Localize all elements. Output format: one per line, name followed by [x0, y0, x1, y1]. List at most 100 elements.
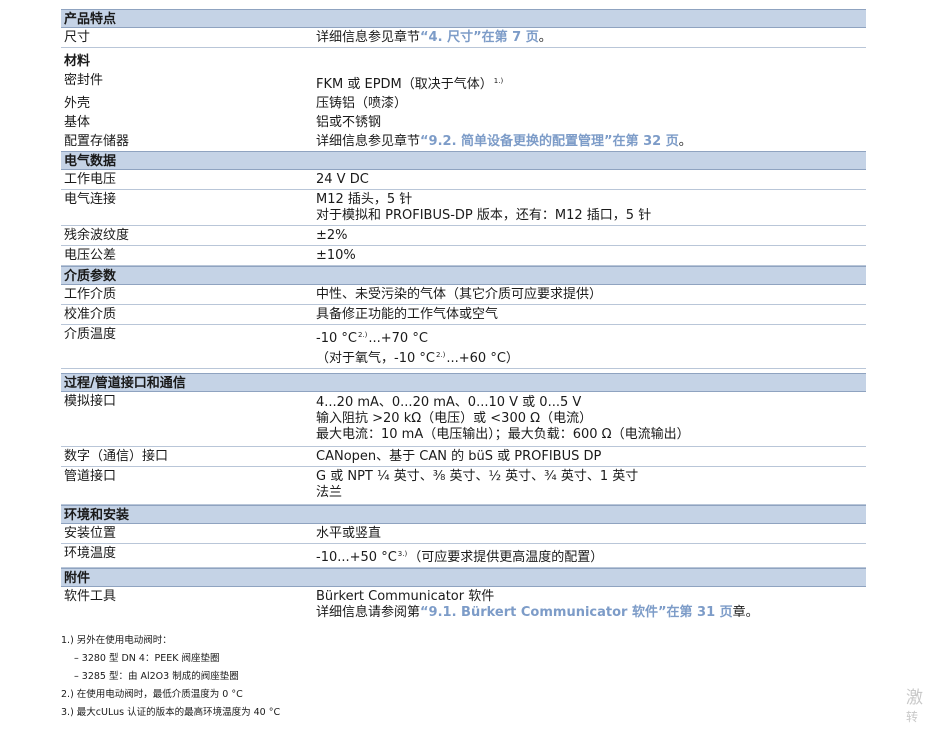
- label-voltage: 工作电压: [64, 172, 117, 187]
- memory-chapter-link[interactable]: “9.2. 简单设备更换的配置管理”在第 32 页: [420, 134, 679, 149]
- label-media-temp: 介质温度: [64, 327, 117, 342]
- row-medium: 工作介质 中性、未受污染的气体（其它介质可应要求提供）: [61, 285, 866, 305]
- connection-line-2: 对于模拟和 PROFIBUS-DP 版本，还有：M12 插口，5 针: [316, 208, 652, 223]
- software-line-2: 详细信息请参阅第“9.1. Bürkert Communicator 软件”在第…: [316, 605, 866, 621]
- label-software: 软件工具: [64, 589, 117, 604]
- oxygen-temp-max: ...+60 °C）: [446, 351, 519, 366]
- row-digital: 数字（通信）接口 CANopen、基于 CAN 的 büS 或 PROFIBUS…: [61, 447, 866, 467]
- value-size: 详细信息参见章节“4. 尺寸”在第 7 页。: [316, 28, 866, 47]
- value-calibration: 具备修正功能的工作气体或空气: [316, 307, 499, 322]
- footnote-ref-1: 1.): [493, 77, 504, 85]
- row-seal: 密封件 FKM 或 EPDM（取决于气体）1.): [61, 71, 866, 94]
- section-header-environment: 环境和安装: [61, 505, 866, 524]
- memory-text: 详细信息参见章节: [316, 134, 421, 149]
- pipe-line-2: 法兰: [316, 485, 343, 500]
- label-analog: 模拟接口: [64, 394, 117, 409]
- footnote-2: 2.) 在使用电动阀时，最低介质温度为 0 °C: [61, 689, 243, 700]
- label-ambient: 环境温度: [64, 546, 117, 561]
- value-digital: CANopen、基于 CAN 的 büS 或 PROFIBUS DP: [316, 449, 602, 464]
- row-ambient: 环境温度 -10...+50 °C3.)（可应要求提供更高温度的配置）: [61, 544, 866, 568]
- footnote-1: 1.) 另外在使用电动阀时：: [61, 635, 172, 646]
- row-size: 尺寸 详细信息参见章节“4. 尺寸”在第 7 页。: [61, 28, 866, 48]
- label-ripple: 残余波纹度: [64, 228, 130, 243]
- row-analog: 模拟接口 4...20 mA、0...20 mA、0...10 V 或 0...…: [61, 392, 866, 447]
- value-media-temp: -10 °C2.)...+70 °C （对于氧气，-10 °C2.)...+60…: [316, 325, 866, 368]
- media-temp-line-1: -10 °C2.)...+70 °C: [316, 327, 866, 347]
- watermark-line-1: 激: [906, 688, 923, 708]
- value-tolerance: ±10%: [316, 248, 356, 263]
- section-header-accessories: 附件: [61, 568, 866, 587]
- row-pipe: 管道接口 G 或 NPT ¼ 英寸、⅜ 英寸、½ 英寸、¾ 英寸、1 英寸 法兰: [61, 467, 866, 505]
- analog-line-3: 最大电流：10 mA（电压输出）；最大负载：600 Ω（电流输出）: [316, 427, 690, 442]
- row-media-temp: 介质温度 -10 °C2.)...+70 °C （对于氧气，-10 °C2.).…: [61, 325, 866, 369]
- size-chapter-link[interactable]: “4. 尺寸”在第 7 页: [420, 30, 539, 45]
- label-tolerance: 电压公差: [64, 248, 117, 263]
- footnote-ref-2: 2.): [357, 331, 368, 339]
- ambient-note: （可应要求提供更高温度的配置）: [408, 550, 604, 565]
- section-header-electrical: 电气数据: [61, 151, 866, 170]
- value-memory: 详细信息参见章节“9.2. 简单设备更换的配置管理”在第 32 页。: [316, 132, 866, 151]
- row-connection: 电气连接 M12 插头，5 针 对于模拟和 PROFIBUS-DP 版本，还有：…: [61, 190, 866, 226]
- footnote-ref-2b: 2.): [435, 351, 446, 359]
- value-position: 水平或竖直: [316, 526, 382, 541]
- pipe-line-1: G 或 NPT ¼ 英寸、⅜ 英寸、½ 英寸、¾ 英寸、1 英寸: [316, 469, 639, 484]
- footnote-3: 3.) 最大cULus 认证的版本的最高环境温度为 40 °C: [61, 707, 281, 718]
- size-text-end: 。: [538, 30, 552, 45]
- label-digital: 数字（通信）接口: [64, 449, 169, 464]
- ambient-range: -10...+50 °C: [316, 550, 397, 565]
- footnotes: 1.) 另外在使用电动阀时： – 3280 型 DN 4：PEEK 阀座垫圈 –…: [61, 632, 280, 722]
- label-pipe: 管道接口: [64, 469, 117, 484]
- connection-line-1: M12 插头，5 针: [316, 192, 413, 207]
- footnote-ref-3: 3.): [397, 550, 408, 558]
- label-seal: 密封件: [64, 73, 104, 88]
- value-pipe: G 或 NPT ¼ 英寸、⅜ 英寸、½ 英寸、¾ 英寸、1 英寸 法兰: [316, 467, 866, 504]
- media-temp-line-2: （对于氧气，-10 °C2.)...+60 °C）: [316, 347, 866, 367]
- value-voltage: 24 V DC: [316, 172, 369, 187]
- row-memory: 配置存储器 详细信息参见章节“9.2. 简单设备更换的配置管理”在第 32 页。: [61, 132, 866, 151]
- footnote-1b: – 3285 型：由 Al2O3 制成的阀座垫圈: [74, 671, 239, 682]
- label-base: 基体: [64, 115, 91, 130]
- memory-text-end: 。: [678, 134, 692, 149]
- section-header-media: 介质参数: [61, 266, 866, 285]
- row-software: 软件工具 Bürkert Communicator 软件 详细信息请参阅第“9.…: [61, 587, 866, 622]
- footnote-1a: – 3280 型 DN 4：PEEK 阀座垫圈: [74, 653, 220, 664]
- software-chapter-link[interactable]: “9.1. Bürkert Communicator 软件”在第 31 页: [420, 605, 733, 620]
- analog-line-1: 4...20 mA、0...20 mA、0...10 V 或 0...5 V: [316, 395, 582, 410]
- value-connection: M12 插头，5 针 对于模拟和 PROFIBUS-DP 版本，还有：M12 插…: [316, 190, 866, 225]
- label-housing: 外壳: [64, 96, 91, 111]
- section-header-features: 产品特点: [61, 9, 866, 28]
- analog-line-2: 输入阻抗 >20 kΩ（电压）或 <300 Ω（电流）: [316, 411, 593, 426]
- row-ripple: 残余波纹度 ±2%: [61, 226, 866, 246]
- row-voltage: 工作电压 24 V DC: [61, 170, 866, 190]
- software-text: 详细信息请参阅第: [316, 605, 421, 620]
- media-temp-min: -10 °C: [316, 331, 357, 346]
- media-temp-max: ...+70 °C: [368, 331, 428, 346]
- row-tolerance: 电压公差 ±10%: [61, 246, 866, 266]
- row-housing: 外壳 压铸铝（喷漆）: [61, 94, 866, 113]
- value-medium: 中性、未受污染的气体（其它介质可应要求提供）: [316, 287, 603, 302]
- label-connection: 电气连接: [64, 192, 117, 207]
- label-calibration: 校准介质: [64, 307, 117, 322]
- size-text: 详细信息参见章节: [316, 30, 421, 45]
- section-header-process: 过程/管道接口和通信: [61, 373, 866, 392]
- label-size: 尺寸: [64, 30, 91, 45]
- oxygen-temp-min: （对于氧气，-10 °C: [316, 351, 435, 366]
- spec-table: 产品特点 尺寸 详细信息参见章节“4. 尺寸”在第 7 页。 材料 密封件 FK…: [61, 9, 866, 622]
- value-analog: 4...20 mA、0...20 mA、0...10 V 或 0...5 V 输…: [316, 392, 866, 446]
- label-medium: 工作介质: [64, 287, 117, 302]
- row-position: 安装位置 水平或竖直: [61, 524, 866, 544]
- value-housing: 压铸铝（喷漆）: [316, 96, 408, 111]
- value-base: 铝或不锈钢: [316, 115, 382, 130]
- section-header-material: 材料: [64, 54, 91, 69]
- row-calibration: 校准介质 具备修正功能的工作气体或空气: [61, 305, 866, 325]
- software-line-1: Bürkert Communicator 软件: [316, 589, 495, 604]
- watermark-line-2: 转: [906, 710, 919, 724]
- label-position: 安装位置: [64, 526, 117, 541]
- value-ambient: -10...+50 °C3.)（可应要求提供更高温度的配置）: [316, 544, 866, 567]
- label-memory: 配置存储器: [64, 134, 130, 149]
- value-seal: FKM 或 EPDM（取决于气体）1.): [316, 71, 866, 94]
- seal-text: FKM 或 EPDM（取决于气体）: [316, 77, 493, 92]
- value-ripple: ±2%: [316, 228, 348, 243]
- software-text-end: 章。: [732, 605, 759, 620]
- row-base: 基体 铝或不锈钢: [61, 113, 866, 132]
